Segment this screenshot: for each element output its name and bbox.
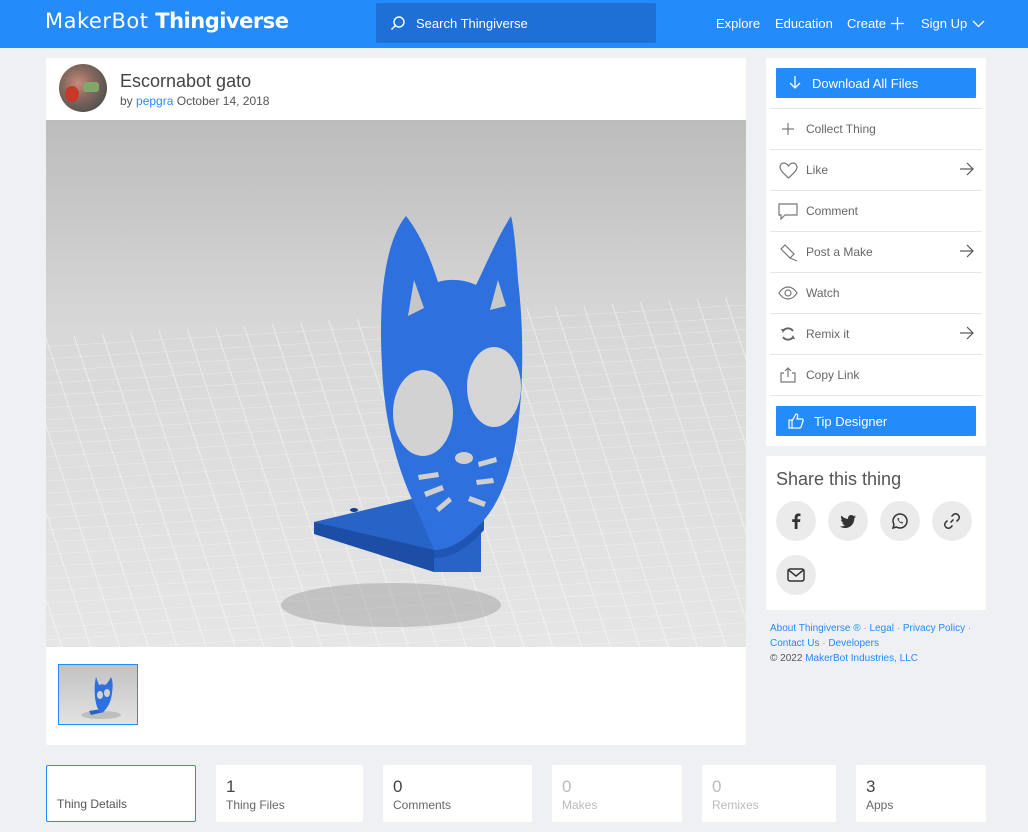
tab-remixes-count: 0 [712, 777, 722, 796]
actions-panel: Download All Files Collect Thing Like Co… [766, 58, 986, 446]
email-icon [787, 568, 805, 582]
plus-icon [778, 119, 798, 139]
nav-create-label: Create [847, 16, 887, 31]
like-label: Like [806, 163, 829, 177]
share-email-button[interactable] [776, 555, 816, 595]
post-a-make-button[interactable]: Post a Make [770, 232, 982, 273]
copyright-text: © 2022 [770, 653, 803, 664]
tab-thing-details[interactable]: Thing Details [46, 765, 196, 822]
avatar[interactable] [59, 64, 107, 112]
whatsapp-icon [891, 513, 908, 530]
tab-makes[interactable]: 0 Makes [552, 765, 682, 822]
copy-link-label: Copy Link [806, 368, 860, 382]
main-preview-image[interactable] [46, 120, 746, 647]
byline: by pepgra October 14, 2018 [120, 94, 269, 108]
plus-icon [891, 17, 905, 30]
download-label: Download All Files [812, 75, 919, 91]
tab-thing-files-count: 1 [226, 777, 236, 796]
nav-sign-up-label: Sign Up [921, 16, 968, 31]
author-link[interactable]: pepgra [136, 94, 173, 108]
tab-remixes[interactable]: 0 Remixes [702, 765, 836, 822]
nav-create[interactable]: Create [847, 16, 905, 31]
download-all-files-button[interactable]: Download All Files [776, 68, 976, 98]
collect-thing-label: Collect Thing [806, 122, 876, 136]
nav-explore-label: Explore [716, 16, 761, 31]
nav-sign-up[interactable]: Sign Up [921, 16, 985, 31]
collect-thing-button[interactable]: Collect Thing [770, 109, 982, 150]
top-header: MakerBot Thingiverse Search Thingiverse … [0, 0, 1028, 48]
nav-education-label: Education [775, 16, 833, 31]
tab-comments-count: 0 [393, 777, 403, 796]
thumbnail-image [81, 677, 121, 719]
download-icon [789, 76, 801, 89]
search-input[interactable]: Search Thingiverse [376, 3, 656, 43]
comment-button[interactable]: Comment [770, 191, 982, 232]
chevron-down-icon [972, 20, 985, 27]
share-facebook-button[interactable] [776, 501, 816, 541]
tab-apps-count: 3 [866, 777, 876, 796]
logo-maker-text: MakerBot [45, 9, 149, 33]
eye-icon [778, 283, 798, 303]
remix-it-button[interactable]: Remix it [770, 314, 982, 355]
share-twitter-button[interactable] [828, 501, 868, 541]
twitter-icon [840, 514, 856, 528]
watch-button[interactable]: Watch [770, 273, 982, 314]
tab-comments-label: Comments [393, 798, 452, 812]
tab-makes-count: 0 [562, 777, 572, 796]
contact-us-link[interactable]: Contact Us [770, 638, 819, 649]
post-a-make-label: Post a Make [806, 245, 873, 259]
thumbnail-1[interactable] [58, 664, 138, 725]
tab-remixes-label: Remixes [712, 798, 759, 812]
thingiverse-logo[interactable]: MakerBot Thingiverse [45, 9, 289, 33]
search-icon [391, 16, 405, 30]
make-icon [778, 242, 798, 262]
search-placeholder: Search Thingiverse [416, 15, 528, 31]
thumbs-up-icon [788, 413, 804, 429]
remix-icon [778, 324, 798, 344]
tab-thing-files-label: Thing Files [226, 798, 285, 812]
page-title: Escornabot gato [120, 71, 252, 91]
tab-apps[interactable]: 3 Apps [856, 765, 986, 822]
makerbot-industries-link[interactable]: MakerBot Industries, LLC [805, 653, 918, 664]
copy-link-button[interactable]: Copy Link [770, 355, 982, 396]
heart-icon [778, 160, 798, 180]
tab-comments[interactable]: 0 Comments [383, 765, 532, 822]
thing-card: Escornabot gato by pepgra October 14, 20… [46, 58, 746, 745]
watch-label: Watch [806, 286, 840, 300]
legal-link[interactable]: Legal [869, 623, 893, 634]
share-link-button[interactable] [932, 501, 972, 541]
tab-thing-details-label: Thing Details [57, 797, 128, 811]
about-thingiverse-link[interactable]: About Thingiverse ® [770, 623, 861, 634]
nav-education[interactable]: Education [775, 16, 833, 31]
nav-explore[interactable]: Explore [716, 16, 760, 31]
arrow-right-icon [960, 162, 974, 176]
tip-designer-label: Tip Designer [814, 413, 888, 429]
tip-designer-button[interactable]: Tip Designer [776, 406, 976, 436]
publish-date: October 14, 2018 [176, 94, 270, 108]
tab-makes-label: Makes [562, 798, 598, 812]
share-icon [778, 365, 798, 385]
like-button[interactable]: Like [770, 150, 982, 191]
comment-icon [778, 201, 798, 221]
tab-thing-files[interactable]: 1 Thing Files [216, 765, 363, 822]
privacy-policy-link[interactable]: Privacy Policy [903, 623, 965, 634]
logo-thingiverse-text: Thingiverse [155, 9, 289, 33]
share-title: Share this thing [776, 469, 902, 489]
comment-label: Comment [806, 204, 859, 218]
arrow-right-icon [960, 326, 974, 340]
footer-links: About Thingiverse ® · Legal · Privacy Po… [770, 623, 972, 664]
byline-by: by [120, 94, 133, 108]
facebook-icon [792, 513, 801, 529]
remix-it-label: Remix it [806, 327, 850, 341]
developers-link[interactable]: Developers [828, 638, 879, 649]
share-whatsapp-button[interactable] [880, 501, 920, 541]
arrow-right-icon [960, 244, 974, 258]
cat-model-render [46, 216, 746, 647]
share-panel: Share this thing [766, 456, 986, 610]
tab-apps-label: Apps [866, 798, 894, 812]
link-icon [943, 512, 961, 530]
